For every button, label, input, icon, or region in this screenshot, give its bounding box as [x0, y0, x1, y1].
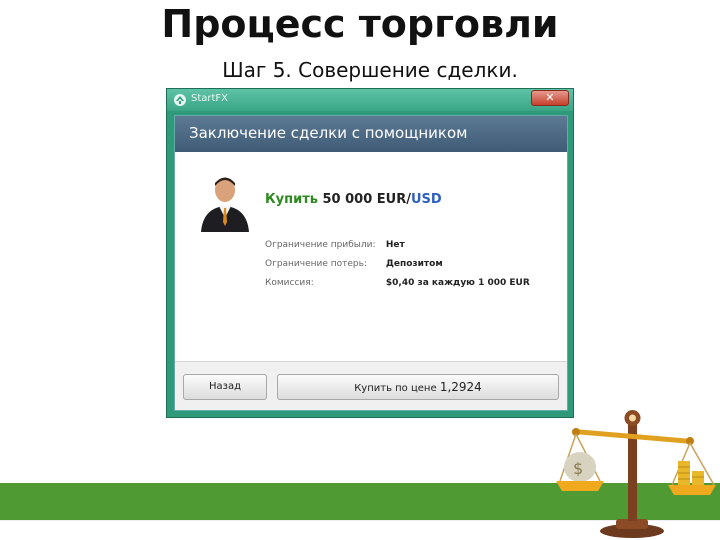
trade-window: StartFX ✕ Заключение сделки с помощником…	[166, 88, 574, 418]
info-label: Ограничение потерь:	[265, 259, 367, 269]
deal-amount: 50 000 EUR/	[322, 192, 411, 207]
info-value: $0,40 за каждую 1 000 EUR	[385, 278, 530, 288]
info-value: Депозитом	[385, 259, 443, 269]
window-titlebar[interactable]: StartFX ✕	[167, 89, 573, 111]
buy-button-price: 1,2924	[439, 380, 482, 394]
dialog-body: Заключение сделки с помощником Купить 50…	[174, 115, 568, 411]
info-row-loss-limit: Ограничение потерь: Депозитом	[265, 259, 443, 269]
slide-title: Процесс торговли	[161, 2, 559, 46]
info-label: Ограничение прибыли:	[265, 240, 376, 250]
startfx-logo-icon	[174, 94, 186, 106]
info-row-profit-limit: Ограничение прибыли: Нет	[265, 240, 405, 250]
deal-quote-currency: USD	[410, 192, 442, 207]
info-label: Комиссия:	[265, 278, 314, 288]
back-button[interactable]: Назад	[183, 374, 267, 400]
buy-at-price-button[interactable]: Купить по цене 1,2924	[277, 374, 559, 400]
info-value: Нет	[385, 240, 405, 250]
deal-summary: Купить 50 000 EUR/USD	[265, 192, 442, 207]
deal-buy-word: Купить	[265, 192, 318, 207]
slide-subtitle: Шаг 5. Совершение сделки.	[222, 58, 518, 82]
dialog-footer: Назад Купить по цене 1,2924	[175, 361, 567, 410]
balance-scales-icon: $	[556, 410, 716, 538]
close-icon: ✕	[545, 91, 555, 104]
dialog-header: Заключение сделки с помощником	[175, 116, 567, 152]
buy-button-label: Купить по цене	[354, 383, 437, 394]
dialog-title: Заключение сделки с помощником	[189, 124, 468, 142]
svg-text:$: $	[573, 459, 583, 478]
close-button[interactable]: ✕	[531, 90, 569, 106]
businessman-avatar-icon	[201, 177, 249, 232]
info-row-commission: Комиссия: $0,40 за каждую 1 000 EUR	[265, 278, 530, 288]
app-name: StartFX	[191, 93, 229, 104]
